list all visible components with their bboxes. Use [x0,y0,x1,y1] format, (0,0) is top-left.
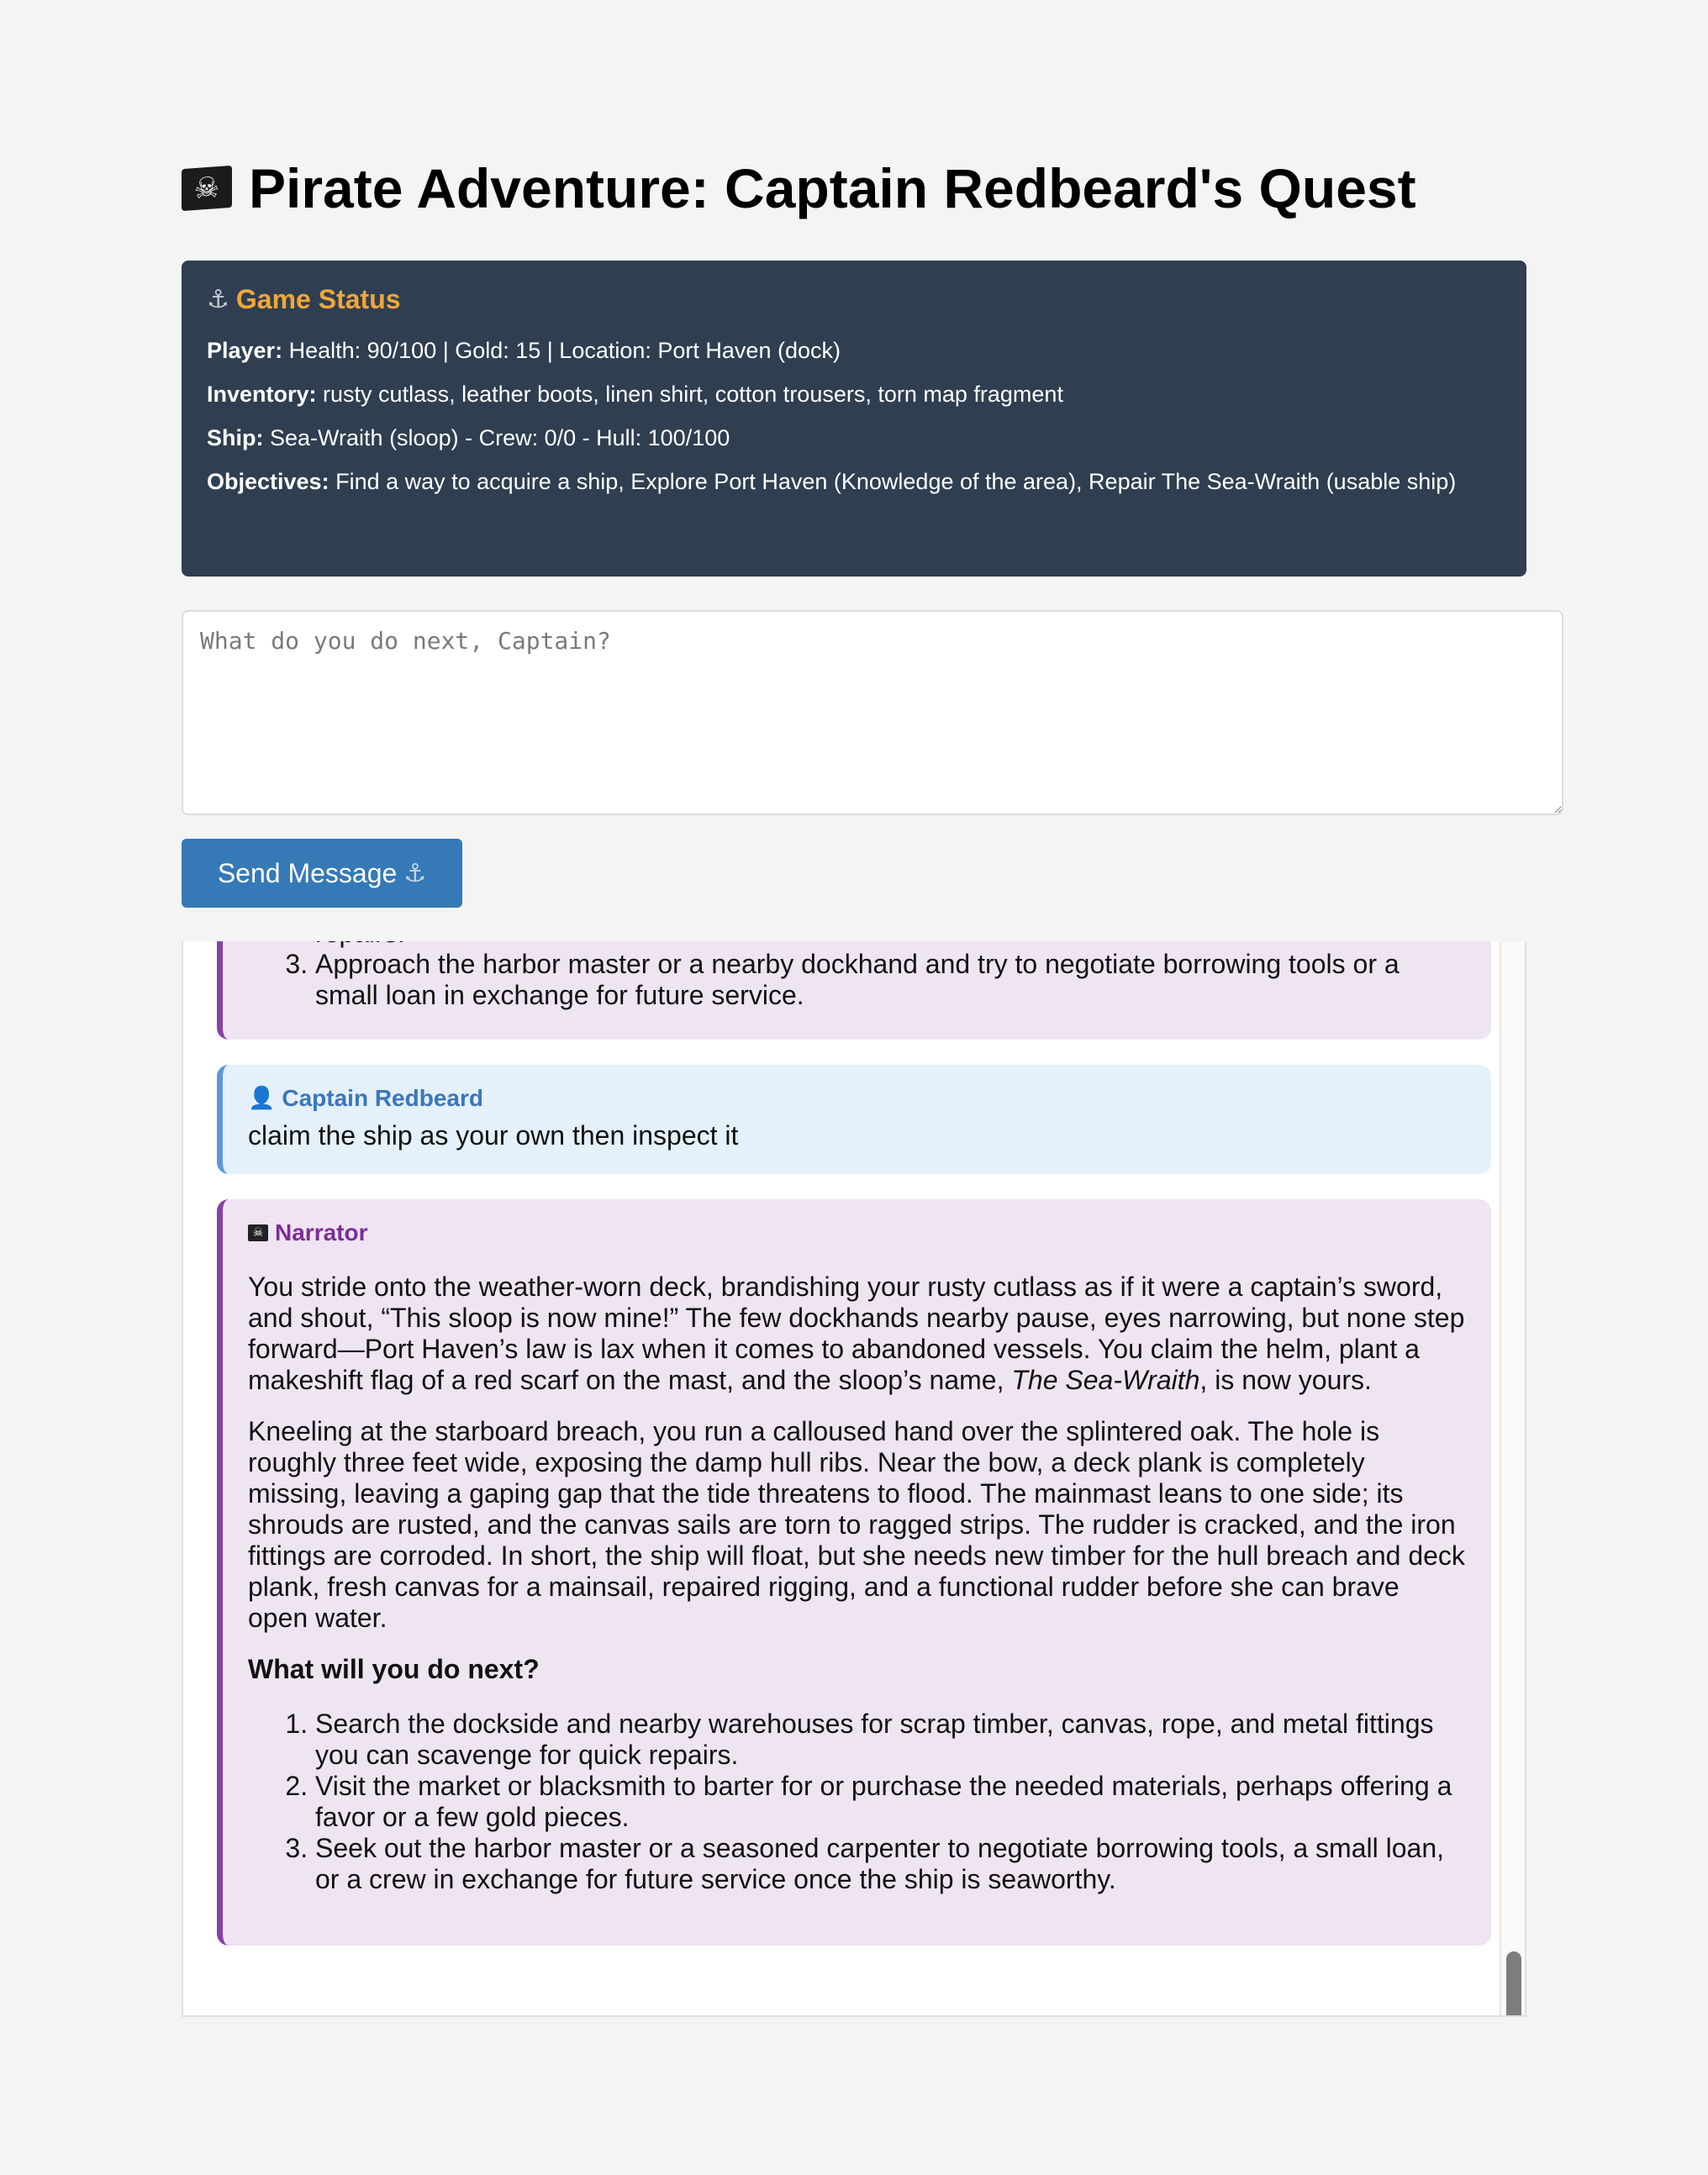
options-list: Search the dockside and nearby warehouse… [248,1709,1466,1895]
narrator-question: What will you do next? [248,1654,540,1684]
inventory-label: Inventory: [207,382,317,407]
narrator-message-body: You stride onto the weather-worn deck, b… [248,1272,1466,1920]
ship-name: The Sea-Wraith [1011,1365,1200,1395]
objectives-value: Find a way to acquire a ship, Explore Po… [335,469,1457,494]
pirate-flag-icon: ☠ [182,165,232,212]
player-message: 👤 Captain Redbeard claim the ship as you… [217,1065,1491,1174]
anchor-icon: ⚓ [207,285,229,314]
ship-status: Ship: Sea-Wraith (sloop) - Crew: 0/0 - H… [207,424,1501,452]
narrator-message-header: ☠ Narrator [248,1219,1466,1246]
narrator-paragraph-1: You stride onto the weather-worn deck, b… [248,1272,1465,1395]
list-item: repairs. [315,941,1466,949]
anchor-icon: ⚓ [403,858,427,888]
objectives-label: Objectives: [207,469,329,494]
previous-option-3: Approach the harbor master or a nearby d… [315,949,1400,1010]
narrator-message-previous: repairs. Approach the harbor master or a… [217,941,1491,1040]
page-title: ☠ Pirate Adventure: Captain Redbeard's Q… [182,148,1563,229]
message-log-content: repairs. Approach the harbor master or a… [217,941,1491,1971]
narrator-paragraph-2: Kneeling at the starboard breach, you ru… [248,1416,1465,1633]
game-status-panel: ⚓ Game Status Player: Health: 90/100 | G… [182,261,1526,577]
player-message-header: 👤 Captain Redbeard [248,1085,1466,1112]
list-item: Approach the harbor master or a nearby d… [315,949,1466,1011]
objectives-status: Objectives: Find a way to acquire a ship… [207,468,1501,496]
send-message-button[interactable]: Send Message ⚓ [182,839,462,908]
player-message-text: claim the ship as your own then inspect … [248,1120,739,1151]
previous-options-list: repairs. Approach the harbor master or a… [248,941,1466,1011]
send-message-label: Send Message [217,857,398,888]
player-status: Player: Health: 90/100 | Gold: 15 | Loca… [207,337,1501,365]
list-item: Visit the market or blacksmith to barter… [315,1771,1466,1833]
message-log[interactable]: repairs. Approach the harbor master or a… [182,941,1526,2017]
list-item: Seek out the harbor master or a seasoned… [315,1833,1466,1895]
game-status-title: ⚓ Game Status [207,284,1501,315]
player-label: Player: [207,338,283,363]
user-icon: 👤 [248,1086,276,1111]
list-item: Search the dockside and nearby warehouse… [315,1709,1466,1771]
pirate-flag-icon: ☠ [248,1224,268,1241]
previous-option-cut: repairs. [315,941,405,948]
game-status-title-text: Game Status [235,284,401,314]
ship-label: Ship: [207,425,264,450]
message-log-scrollbar[interactable] [1500,941,1525,2015]
narrator-message: ☠ Narrator You stride onto the weather-w… [217,1199,1491,1946]
inventory-value: rusty cutlass, leather boots, linen shir… [323,382,1063,407]
ship-value: Sea-Wraith (sloop) - Crew: 0/0 - Hull: 1… [270,425,730,450]
page-title-text: Pirate Adventure: Captain Redbeard's Que… [249,157,1416,219]
scrollbar-thumb[interactable] [1506,1951,1521,2015]
narrator-name: Narrator [275,1219,368,1245]
command-input[interactable] [182,610,1563,815]
player-value: Health: 90/100 | Gold: 15 | Location: Po… [288,338,841,363]
inventory-status: Inventory: rusty cutlass, leather boots,… [207,381,1501,408]
game-page: ☠ Pirate Adventure: Captain Redbeard's Q… [182,148,1563,2017]
player-name: Captain Redbeard [282,1085,483,1111]
